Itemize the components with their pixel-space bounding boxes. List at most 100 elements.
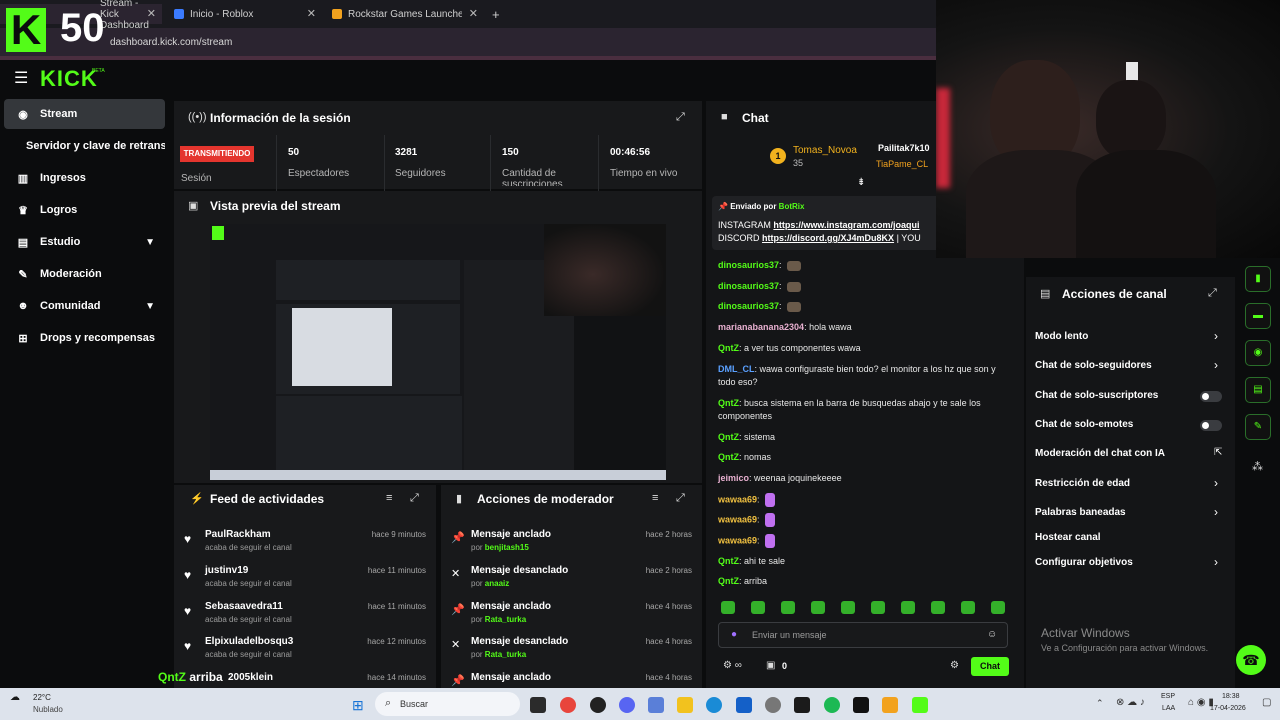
help-fab[interactable]: ☎ — [1236, 645, 1266, 675]
leaderboard-second[interactable]: Pailitak7k10 — [878, 143, 930, 153]
mod-user[interactable]: anaaiz — [485, 579, 509, 588]
chevron-right-icon[interactable]: › — [1214, 358, 1218, 372]
chat-username[interactable]: QntZ — [718, 452, 739, 462]
emote-button[interactable] — [781, 601, 795, 614]
address-text[interactable]: dashboard.kick.com/stream — [110, 37, 232, 48]
chevron-right-icon[interactable]: › — [1214, 476, 1218, 490]
kick-logo[interactable]: KICK — [40, 66, 98, 92]
sidebar-item-logros[interactable]: ♛ Logros — [4, 195, 165, 225]
tray-chevron-icon[interactable]: ⌃ — [1096, 698, 1104, 709]
chat-username[interactable]: wawaa69 — [718, 494, 757, 504]
feed-user[interactable]: PaulRackham — [205, 529, 271, 540]
chat-username[interactable]: dinosaurios37 — [718, 301, 779, 311]
menu-icon[interactable]: ☰ — [14, 68, 28, 88]
chat-username[interactable]: DML_CL — [718, 364, 755, 374]
chat-username[interactable]: dinosaurios37 — [718, 281, 779, 291]
app-icon[interactable] — [648, 697, 664, 713]
rail-users-icon[interactable]: ⁂ — [1252, 460, 1263, 473]
emote-button[interactable] — [721, 601, 735, 614]
action-age-restriction[interactable]: Restricción de edad — [1035, 478, 1225, 489]
chat-username[interactable]: QntZ — [718, 343, 739, 353]
sidebar-item-estudio[interactable]: ▤ Estudio ▼ — [4, 227, 165, 257]
emoji-icon[interactable]: ☺ — [987, 629, 997, 640]
mod-user[interactable]: Rata_turka — [485, 615, 526, 624]
sidebar-item-stream[interactable]: ◉ Stream — [4, 99, 165, 129]
rail-broadcast-icon[interactable]: ◉ — [1245, 340, 1271, 366]
sidebar-item-comunidad[interactable]: ☻ Comunidad ▼ — [4, 291, 165, 321]
emote-button[interactable] — [901, 601, 915, 614]
clock-date[interactable]: 17-04-2026 — [1210, 705, 1246, 712]
subs-only-toggle[interactable] — [1200, 391, 1222, 402]
emote-button[interactable] — [841, 601, 855, 614]
chat-username[interactable]: jeimico — [718, 473, 749, 483]
action-followers-only[interactable]: Chat de solo-seguidores — [1035, 360, 1225, 371]
chat-username[interactable]: QntZ — [718, 556, 739, 566]
nvidia-icon[interactable] — [794, 697, 810, 713]
task-view-icon[interactable] — [530, 697, 546, 713]
chat-username[interactable]: QntZ — [718, 576, 739, 586]
emotes-only-toggle[interactable] — [1200, 420, 1222, 431]
filter-icon[interactable]: ≡ — [652, 492, 658, 504]
expand-icon[interactable]: ⤢ — [1208, 287, 1217, 300]
spotify-icon[interactable] — [824, 697, 840, 713]
close-icon[interactable]: ✕ — [307, 7, 316, 20]
leaderboard-third[interactable]: TiaPame_CL — [876, 159, 928, 169]
expand-icon[interactable]: ⤢ — [676, 492, 685, 505]
chat-username[interactable]: marianabanana2304 — [718, 322, 804, 332]
kick-app-icon[interactable] — [912, 697, 928, 713]
external-link-icon[interactable]: ⇱ — [1214, 447, 1222, 458]
language-layout[interactable]: LAA — [1162, 705, 1175, 712]
tab-rockstar[interactable]: Rockstar Games Launcher - Roc ✕ — [324, 4, 484, 24]
app-icon[interactable] — [590, 697, 606, 713]
weather-temp[interactable]: 22°C — [33, 693, 51, 702]
emote-button[interactable] — [811, 601, 825, 614]
rail-chat-icon[interactable]: ▮ — [1245, 266, 1271, 292]
chat-username[interactable]: wawaa69 — [718, 535, 757, 545]
close-icon[interactable]: ✕ — [147, 7, 156, 20]
mic-icon[interactable]: ● — [731, 629, 737, 640]
sidebar-item-server-key[interactable]: Servidor y clave de retransmisión — [4, 131, 165, 161]
settings-icon[interactable]: ⚙ ∞ — [723, 660, 742, 671]
collapse-icon[interactable]: ⇟ — [857, 177, 865, 188]
chat-username[interactable]: dinosaurios37 — [718, 260, 779, 270]
action-banned-words[interactable]: Palabras baneadas — [1035, 507, 1225, 518]
feed-user[interactable]: Elpixuladelbosqu3 — [205, 636, 293, 647]
folder-icon[interactable] — [677, 697, 693, 713]
action-ai-moderation[interactable]: Moderación del chat con IA — [1035, 448, 1225, 459]
epic-icon[interactable] — [853, 697, 869, 713]
taskbar-search[interactable] — [375, 692, 520, 716]
gear-icon[interactable]: ⚙ — [950, 660, 959, 671]
new-tab-button[interactable]: + — [484, 4, 508, 24]
feed-user[interactable]: justinv19 — [205, 565, 248, 576]
feed-user[interactable]: 2005klein — [228, 672, 273, 683]
instagram-link[interactable]: https://www.instagram.com/joaqui — [773, 220, 919, 230]
rail-list-icon[interactable]: ▤ — [1245, 377, 1271, 403]
sidebar-item-ingresos[interactable]: ▥ Ingresos — [4, 163, 165, 193]
notification-icon[interactable]: ▢ — [1262, 697, 1271, 708]
leaderboard-name[interactable]: Tomas_Novoa — [793, 145, 857, 156]
sidebar-item-moderacion[interactable]: ✎ Moderación — [4, 259, 165, 289]
language-code[interactable]: ESP — [1161, 693, 1175, 700]
expand-icon[interactable]: ⤢ — [410, 492, 419, 505]
discord-icon[interactable] — [619, 697, 635, 713]
action-host-channel[interactable]: Hostear canal — [1035, 532, 1225, 543]
weather-icon[interactable]: ☁ — [10, 692, 20, 703]
action-slow-mode[interactable]: Modo lento — [1035, 331, 1225, 342]
tab-roblox[interactable]: Inicio - Roblox ✕ — [166, 4, 322, 24]
chevron-right-icon[interactable]: › — [1214, 505, 1218, 519]
windows-start-icon[interactable]: ⊞ — [352, 697, 364, 714]
mod-user[interactable]: benjitash15 — [485, 543, 529, 552]
emote-button[interactable] — [961, 601, 975, 614]
chevron-right-icon[interactable]: › — [1214, 329, 1218, 343]
emote-button[interactable] — [991, 601, 1005, 614]
filter-icon[interactable]: ≡ — [386, 492, 392, 504]
expand-icon[interactable]: ⤢ — [676, 111, 685, 124]
settings-app-icon[interactable] — [765, 697, 781, 713]
emote-button[interactable] — [751, 601, 765, 614]
stream-preview-video[interactable] — [210, 224, 666, 480]
chat-username[interactable]: QntZ — [718, 432, 739, 442]
clock-time[interactable]: 18:38 — [1222, 693, 1240, 700]
rail-message-icon[interactable]: ▬ — [1245, 303, 1271, 329]
feed-user[interactable]: Sebasaavedra11 — [205, 601, 283, 612]
store-icon[interactable] — [736, 697, 752, 713]
